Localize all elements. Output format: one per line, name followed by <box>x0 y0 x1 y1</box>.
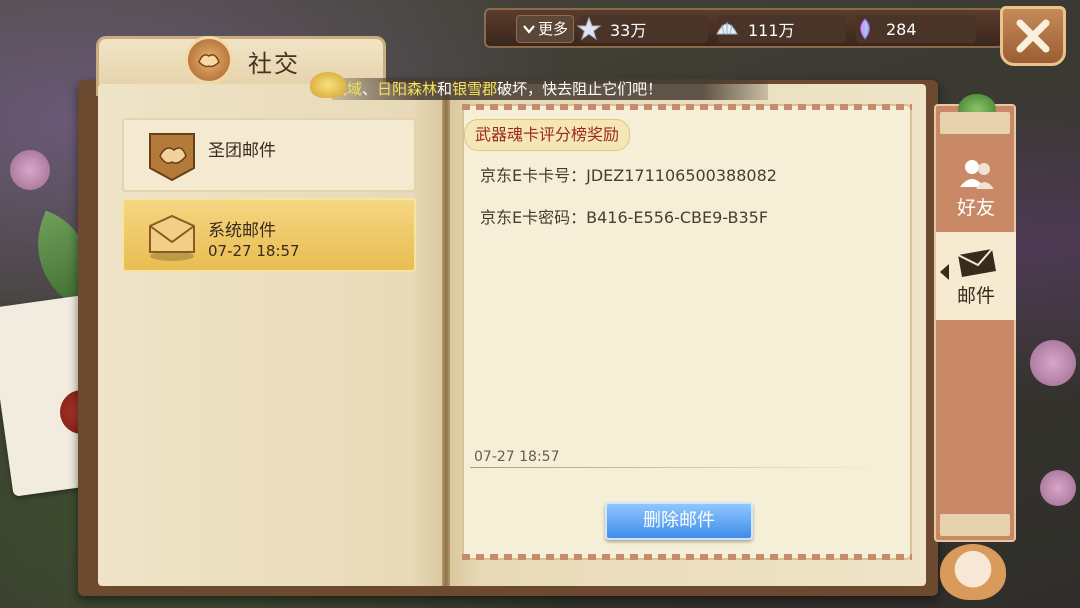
mail-item-date: 07-27 18:57 <box>208 242 300 260</box>
card-number-value: JDEZ171106500388082 <box>586 166 777 185</box>
gem-currency: 284 <box>856 15 976 43</box>
chevron-down-icon <box>523 25 535 34</box>
tab-friends[interactable]: 好友 <box>936 144 1016 232</box>
mail-date: 07-27 18:57 <box>474 449 560 465</box>
tab-friends-label: 好友 <box>956 196 995 219</box>
mail-item-title: 系统邮件 <box>208 221 276 241</box>
background-flower <box>10 150 50 190</box>
shell-currency: 111万 <box>716 15 846 43</box>
card-number-line: 京东E卡卡号：JDEZ171106500388082 <box>480 162 777 186</box>
divider <box>470 467 890 468</box>
card-password-label: 京东E卡密码： <box>480 208 587 227</box>
mail-icon <box>957 247 996 277</box>
gold-ingot-icon <box>310 72 346 98</box>
envelope-icon <box>144 208 200 264</box>
delete-mail-button[interactable]: 删除邮件 <box>605 502 753 540</box>
card-number-label: 京东E卡卡号： <box>480 166 587 185</box>
shell-amount: 111万 <box>748 21 795 40</box>
friends-icon <box>960 159 994 189</box>
tab-mail-label: 邮件 <box>956 284 995 307</box>
guild-handshake-icon <box>144 128 200 184</box>
more-label: 更多 <box>537 20 568 38</box>
star-icon <box>576 16 602 42</box>
scrolling-notice: 祇域、日阳森林和银雪郡破坏，快去阻止它们吧！ <box>332 78 768 100</box>
background-flower <box>1040 470 1076 506</box>
star-amount: 33万 <box>610 21 647 40</box>
social-emblem-icon <box>185 36 233 84</box>
selected-tab-arrow-icon <box>940 264 949 280</box>
shell-icon <box>714 16 740 42</box>
mail-item-system[interactable]: 系统邮件 07-27 18:57 <box>122 198 416 272</box>
mascot-pet-icon[interactable] <box>940 544 1006 600</box>
side-bar-ornament <box>940 112 1010 134</box>
gem-icon <box>852 16 878 42</box>
mail-item-guild[interactable]: 圣团邮件 <box>122 118 416 192</box>
book-spine <box>442 84 450 586</box>
background-flower <box>1030 340 1076 386</box>
close-button[interactable] <box>1000 6 1066 66</box>
page-title: 社交 <box>248 50 300 78</box>
close-icon <box>1016 19 1050 53</box>
card-password-line: 京东E卡密码：B416-E556-CBE9-B35F <box>480 204 768 228</box>
side-bar-ornament <box>940 514 1010 536</box>
mail-subject: 武器魂卡评分榜奖励 <box>464 119 631 151</box>
more-button[interactable]: 更多 <box>516 15 574 43</box>
star-currency: 33万 <box>576 15 708 43</box>
mail-item-title: 圣团邮件 <box>208 141 276 161</box>
gem-amount: 284 <box>886 19 917 39</box>
card-password-value: B416-E556-CBE9-B35F <box>586 208 769 227</box>
